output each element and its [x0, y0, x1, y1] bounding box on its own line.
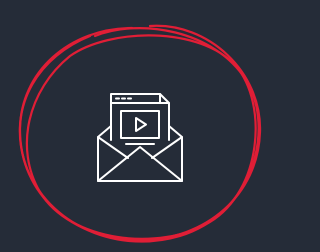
illustration-svg: [18, 24, 262, 243]
browser-window-icon: [110, 93, 170, 141]
email-video-icon: [97, 93, 183, 182]
scribble-circle-icon: [18, 24, 262, 243]
illustration-tile: [0, 0, 271, 252]
video-player-icon: [120, 110, 160, 145]
